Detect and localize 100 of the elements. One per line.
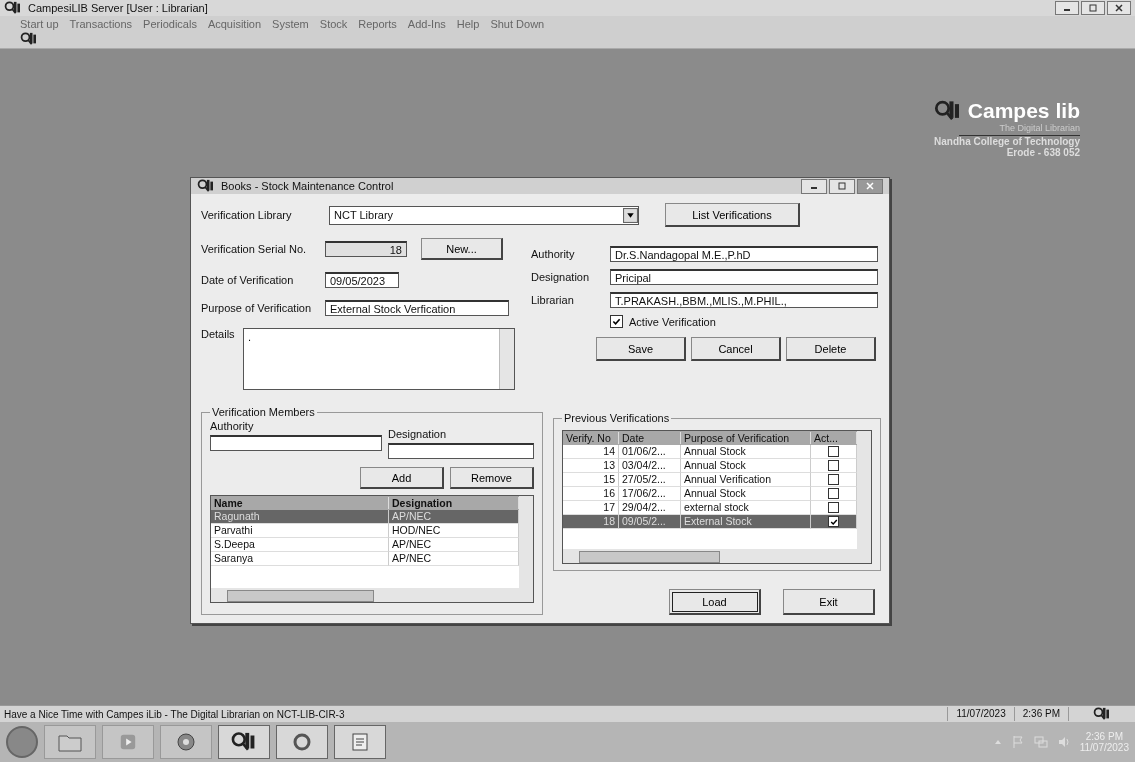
- new-button[interactable]: New...: [421, 238, 503, 260]
- table-row[interactable]: S.Deepa AP/NEC: [211, 538, 519, 552]
- field-label: Authority: [531, 248, 576, 260]
- table-row[interactable]: 13 03/04/2... Annual Stock: [563, 459, 857, 473]
- ring-icon: [292, 732, 312, 752]
- minimize-button[interactable]: [801, 178, 827, 194]
- designation-field[interactable]: Pricipal: [610, 269, 878, 285]
- menu-item[interactable]: Transactions: [69, 18, 133, 30]
- table-row[interactable]: 16 17/06/2... Annual Stock: [563, 487, 857, 501]
- taskbar-button[interactable]: [334, 725, 386, 759]
- scrollbar[interactable]: [519, 496, 533, 588]
- status-date: 11/07/2023: [947, 707, 1014, 721]
- table-cell: HOD/NEC: [389, 524, 519, 538]
- member-authority-field[interactable]: [210, 435, 382, 451]
- checkbox[interactable]: [828, 502, 839, 513]
- authority-field[interactable]: Dr.S.Nandagopal M.E.,P.hD: [610, 246, 878, 262]
- app-logo-icon: [933, 100, 962, 122]
- field-label: Designation: [531, 271, 591, 283]
- checkbox[interactable]: [828, 516, 839, 527]
- college-name: Nandha College of Technology: [934, 136, 1080, 147]
- group-title: Previous Verifications: [563, 412, 671, 424]
- table-cell: 14: [563, 445, 619, 459]
- table-cell: 15: [563, 473, 619, 487]
- checkbox[interactable]: [610, 315, 623, 328]
- checkbox[interactable]: [828, 460, 839, 471]
- field-label: Librarian: [531, 294, 575, 306]
- action-button[interactable]: Cancel: [691, 337, 781, 361]
- play-icon: [119, 733, 137, 751]
- table-cell: AP/NEC: [389, 510, 519, 524]
- action-button[interactable]: Save: [596, 337, 686, 361]
- menu-item[interactable]: Start up: [20, 18, 59, 30]
- table-cell: 17/06/2...: [619, 487, 681, 501]
- remove-button[interactable]: Remove: [450, 467, 534, 489]
- column-header[interactable]: Name: [211, 497, 389, 509]
- field-label: Authority: [210, 420, 255, 432]
- menu-item[interactable]: Stock: [319, 18, 348, 30]
- taskbar-button[interactable]: [276, 725, 328, 759]
- menu-item[interactable]: Reports: [358, 18, 397, 30]
- close-button[interactable]: [1107, 1, 1131, 15]
- table-row[interactable]: Ragunath AP/NEC: [211, 510, 519, 524]
- table-row[interactable]: 18 09/05/2... External Stock: [563, 515, 857, 529]
- scrollbar[interactable]: [563, 549, 871, 563]
- table-cell: Parvathi: [211, 524, 389, 538]
- list-verifications-button[interactable]: List Verifications: [665, 203, 800, 227]
- taskbar-button[interactable]: [218, 725, 270, 759]
- field-label: Verification Library: [201, 209, 293, 221]
- column-header[interactable]: Purpose of Verification: [681, 432, 811, 444]
- librarian-field[interactable]: T.PRAKASH.,BBM.,MLIS.,M.PHIL.,: [610, 292, 878, 308]
- maximize-button[interactable]: [1081, 1, 1105, 15]
- checkbox[interactable]: [828, 488, 839, 499]
- load-button[interactable]: Load: [669, 589, 761, 615]
- table-cell: Annual Stock: [681, 445, 811, 459]
- action-button[interactable]: Delete: [786, 337, 876, 361]
- column-header[interactable]: Date: [619, 432, 681, 444]
- checkbox[interactable]: [828, 474, 839, 485]
- field-label: Details: [201, 328, 236, 340]
- app-logo-icon: [231, 731, 257, 753]
- table-cell: Annual Stock: [681, 459, 811, 473]
- column-header[interactable]: Verify. No: [563, 432, 619, 444]
- scrollbar[interactable]: [499, 329, 514, 389]
- maximize-button[interactable]: [829, 178, 855, 194]
- table-row[interactable]: 15 27/05/2... Annual Verification: [563, 473, 857, 487]
- menu-item[interactable]: Acquisition: [207, 18, 262, 30]
- menu-item[interactable]: Periodicals: [143, 18, 197, 30]
- flag-icon: [1010, 735, 1025, 749]
- menu-item[interactable]: Help: [456, 18, 480, 30]
- details-text-area[interactable]: .: [243, 328, 515, 390]
- table-cell: External Stock: [681, 515, 811, 529]
- start-button[interactable]: [6, 726, 38, 758]
- close-button[interactable]: [857, 178, 883, 194]
- table-cell: AP/NEC: [389, 552, 519, 566]
- scrollbar[interactable]: [211, 588, 533, 602]
- table-cell: 27/05/2...: [619, 473, 681, 487]
- checkbox[interactable]: [828, 446, 839, 457]
- date-field[interactable]: 09/05/2023: [325, 272, 399, 288]
- group-title: Verification Members: [211, 406, 316, 418]
- library-dropdown[interactable]: NCT Library: [329, 205, 639, 225]
- scrollbar[interactable]: [857, 431, 871, 549]
- menu-item[interactable]: Shut Down: [490, 18, 545, 30]
- field-label: Date of Verification: [201, 274, 295, 286]
- maximize-icon: [1088, 3, 1098, 13]
- exit-button[interactable]: Exit: [783, 589, 875, 615]
- serial-number-field[interactable]: 18: [325, 241, 407, 257]
- menu-item[interactable]: System: [272, 18, 309, 30]
- logo-tagline: The Digital Librarian: [959, 123, 1080, 136]
- table-cell: 01/06/2...: [619, 445, 681, 459]
- table-row[interactable]: Parvathi HOD/NEC: [211, 524, 519, 538]
- table-cell: Annual Stock: [681, 487, 811, 501]
- speaker-icon: [1056, 735, 1071, 749]
- purpose-field[interactable]: External Stock Verfication: [325, 300, 509, 316]
- logo-wordmark: lib: [1055, 99, 1080, 123]
- add-button[interactable]: Add: [360, 467, 444, 489]
- logo-wordmark: Campes: [967, 99, 1050, 123]
- menu-item[interactable]: Add-Ins: [407, 18, 446, 30]
- table-row[interactable]: Saranya AP/NEC: [211, 552, 519, 566]
- caret-icon: [993, 738, 1002, 746]
- member-designation-field[interactable]: [388, 443, 534, 459]
- table-cell: 09/05/2...: [619, 515, 681, 529]
- minimize-button[interactable]: [1055, 1, 1079, 15]
- table-row[interactable]: 14 01/06/2... Annual Stock: [563, 445, 857, 459]
